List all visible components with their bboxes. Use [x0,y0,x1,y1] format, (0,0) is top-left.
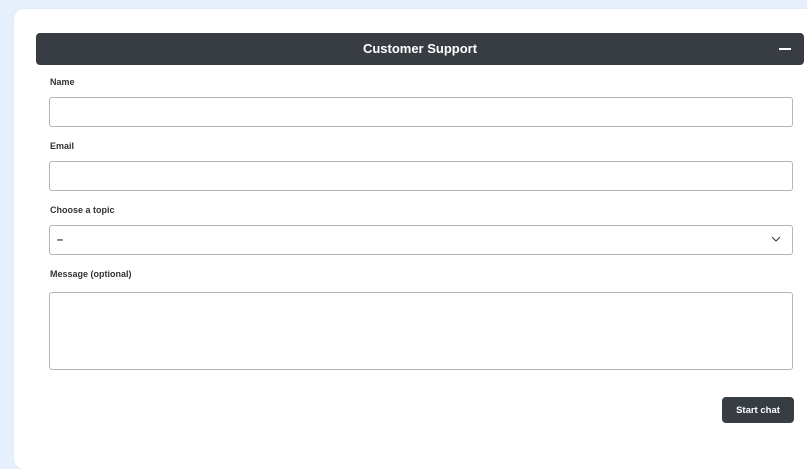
message-field[interactable] [49,292,793,370]
message-label: Message (optional) [50,269,132,279]
chevron-down-icon [771,236,781,242]
chat-title: Customer Support [362,41,478,56]
topic-select[interactable]: – [49,225,793,255]
name-label: Name [50,77,75,87]
minimize-icon[interactable] [778,42,792,56]
email-label: Email [50,141,75,151]
topic-selected-value: – [57,234,64,246]
chat-header: Customer Support [36,33,804,65]
email-field[interactable] [49,161,793,191]
name-field[interactable] [49,97,793,127]
topic-label: Choose a topic [50,205,115,215]
start-chat-button[interactable]: Start chat [722,397,794,423]
